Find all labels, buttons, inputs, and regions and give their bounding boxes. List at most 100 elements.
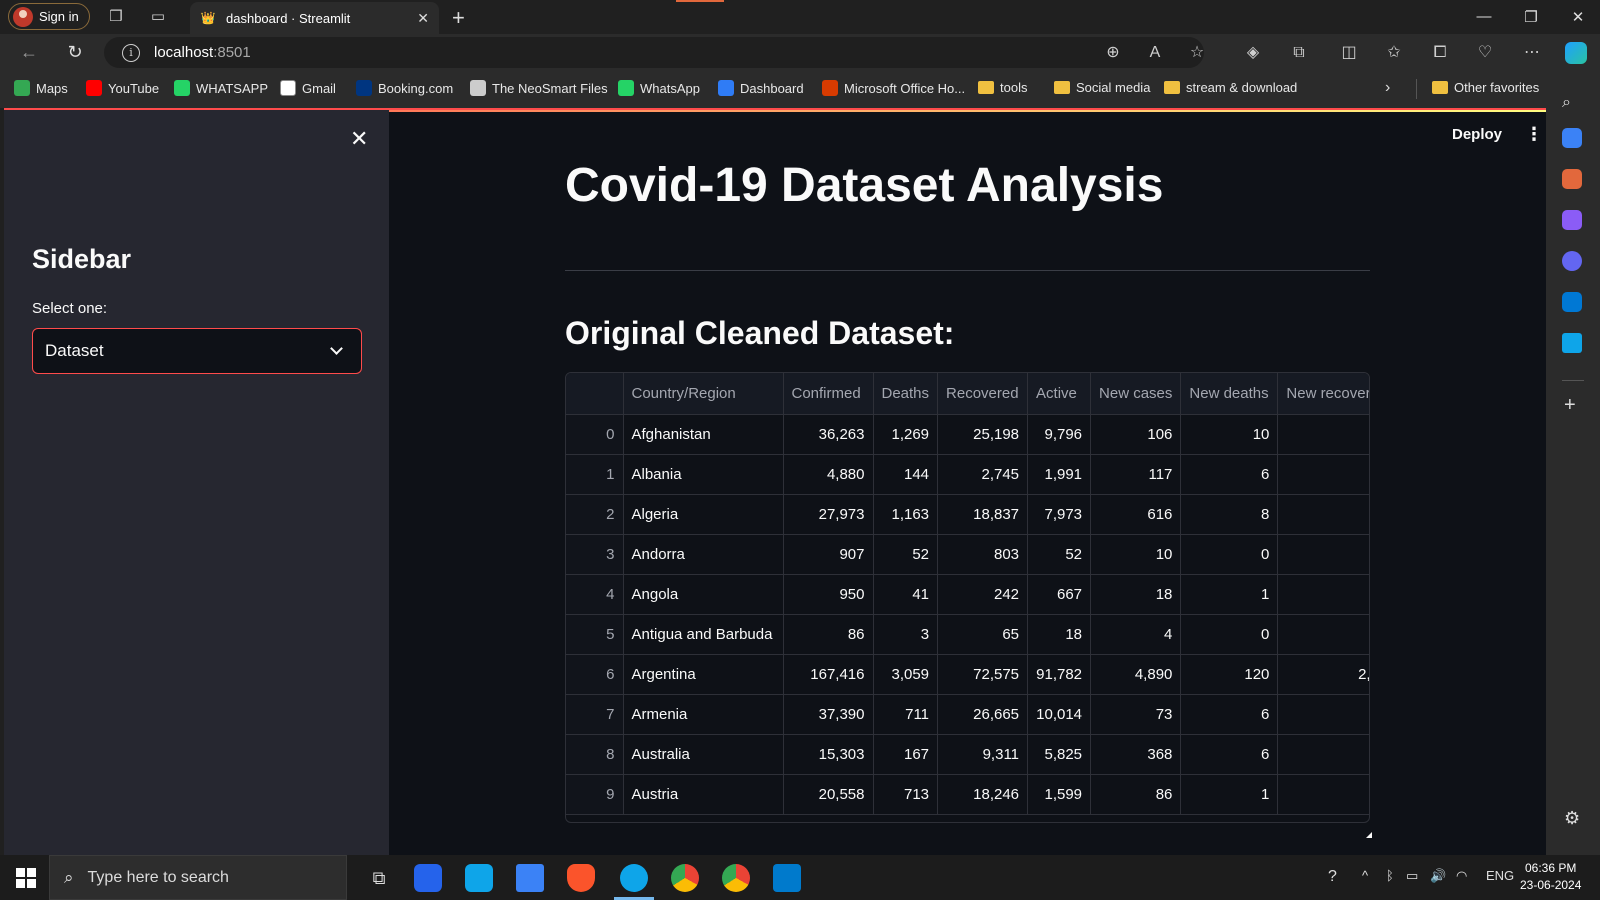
table-resize-handle[interactable] xyxy=(1366,832,1372,838)
table-cell[interactable]: 6 xyxy=(1180,694,1279,735)
table-cell[interactable]: 4,880 xyxy=(783,454,874,495)
table-row[interactable]: 4 Angola 950 41 242 667 18 1 xyxy=(566,574,1369,615)
table-cell[interactable]: 242 xyxy=(937,574,1029,615)
remote-desktop-icon[interactable] xyxy=(516,864,544,892)
table-cell[interactable]: 3,059 xyxy=(873,654,939,695)
row-index-cell[interactable]: 5 xyxy=(566,614,624,655)
table-cell[interactable]: 26,665 xyxy=(937,694,1029,735)
column-header[interactable]: Recovered xyxy=(937,373,1029,415)
table-cell[interactable]: 4 xyxy=(1090,614,1182,655)
task-view-icon[interactable]: ⧉ xyxy=(365,864,393,892)
search-icon[interactable]: ⌕ xyxy=(1562,94,1582,114)
edge-browser-icon[interactable] xyxy=(620,864,648,892)
table-cell[interactable] xyxy=(1277,774,1369,815)
row-index-cell[interactable]: 6 xyxy=(566,654,624,695)
table-cell[interactable]: 144 xyxy=(873,454,939,495)
table-row[interactable]: 2Algeria27,9731,16318,8377,97361687 xyxy=(566,494,1369,535)
row-index-cell[interactable]: 4 xyxy=(566,574,624,615)
table-cell[interactable]: Angola xyxy=(623,574,784,615)
table-cell[interactable]: 1,599 xyxy=(1027,774,1092,815)
table-cell[interactable]: Albania xyxy=(623,454,784,495)
table-cell[interactable]: 368 xyxy=(1090,734,1182,775)
wifi-icon[interactable]: ◠ xyxy=(1456,868,1467,884)
table-cell[interactable]: 907 xyxy=(783,534,874,575)
table-cell[interactable]: 91,782 xyxy=(1027,654,1092,695)
send-icon[interactable] xyxy=(1562,333,1582,353)
table-row[interactable]: 6 Argentina 167,416 3,059 72,575 91,782 4,890 1… xyxy=(566,654,1369,695)
table-cell[interactable]: 18,837 xyxy=(937,494,1029,535)
chrome-profile-icon[interactable] xyxy=(722,864,750,892)
table-cell[interactable]: 2,0 xyxy=(1277,654,1369,695)
table-cell[interactable] xyxy=(1277,574,1369,615)
bookmark-item[interactable]: stream & download xyxy=(1164,80,1297,95)
bookmark-item[interactable]: Booking.com xyxy=(356,80,453,96)
tools-briefcase-icon[interactable] xyxy=(1562,169,1582,189)
volume-icon[interactable]: 🔊 xyxy=(1430,868,1446,884)
close-tab-icon[interactable]: ✕ xyxy=(417,10,429,27)
row-index-cell[interactable]: 2 xyxy=(566,494,624,535)
table-row[interactable]: 0 Afghanistan 36,263 1,269 25,198 9,796 106 10 xyxy=(566,414,1369,455)
table-row[interactable]: 7Armenia37,39071126,66510,0147361 xyxy=(566,694,1369,735)
table-cell[interactable]: Algeria xyxy=(623,494,784,535)
table-cell[interactable]: ( xyxy=(1277,454,1369,495)
table-cell[interactable]: 1 xyxy=(1277,694,1369,735)
table-row[interactable]: 5 Antigua and Barbuda 86 3 65 18 4 0 xyxy=(566,614,1369,655)
vertical-tabs-icon[interactable]: ▭ xyxy=(149,8,167,26)
table-cell[interactable]: 1,991 xyxy=(1027,454,1092,495)
table-cell[interactable]: 167 xyxy=(873,734,939,775)
table-cell[interactable]: 106 xyxy=(1090,414,1182,455)
table-cell[interactable]: 0 xyxy=(1180,614,1279,655)
table-cell[interactable]: Afghanistan xyxy=(623,414,784,455)
bookmark-item[interactable]: YouTube xyxy=(86,80,159,96)
table-cell[interactable]: 667 xyxy=(1027,574,1092,615)
active-tab[interactable]: 👑 dashboard · Streamlit ✕ xyxy=(190,2,439,34)
table-cell[interactable]: 117 xyxy=(1090,454,1182,495)
bookmark-item[interactable]: Microsoft Office Ho... xyxy=(822,80,965,96)
table-cell[interactable]: Australia xyxy=(623,734,784,775)
table-cell[interactable]: 9,311 xyxy=(937,734,1029,775)
favorites-icon[interactable]: ✩ xyxy=(1384,43,1404,63)
table-cell[interactable]: 1 xyxy=(1180,774,1279,815)
games-icon[interactable] xyxy=(1562,210,1582,230)
table-cell[interactable]: 0 xyxy=(1180,534,1279,575)
windows-start-icon[interactable] xyxy=(16,868,36,888)
table-cell[interactable]: 8 xyxy=(1180,494,1279,535)
favorite-star-icon[interactable]: ☆ xyxy=(1187,43,1207,63)
table-cell[interactable]: 5,825 xyxy=(1027,734,1092,775)
table-cell[interactable]: 120 xyxy=(1180,654,1279,695)
brave-browser-icon[interactable] xyxy=(567,864,595,892)
read-aloud-icon[interactable]: A xyxy=(1145,43,1165,63)
table-row[interactable]: 3 Andorra 907 52 803 52 10 0 xyxy=(566,534,1369,575)
table-cell[interactable]: 711 xyxy=(873,694,939,735)
table-row[interactable]: 9 Austria 20,558 713 18,246 1,599 86 1 xyxy=(566,774,1369,815)
table-cell[interactable]: Argentina xyxy=(623,654,784,695)
other-favorites-folder[interactable]: Other favorites xyxy=(1432,80,1539,95)
shopping-tag-icon[interactable] xyxy=(1562,128,1582,148)
workspaces-icon[interactable]: ❒ xyxy=(107,8,125,26)
table-cell[interactable]: 6 xyxy=(1180,454,1279,495)
column-header[interactable]: Confirmed xyxy=(783,373,874,415)
split-screen-icon[interactable]: ◫ xyxy=(1339,43,1359,63)
table-cell[interactable]: 73 xyxy=(1090,694,1182,735)
table-cell[interactable]: 86 xyxy=(1090,774,1182,815)
table-cell[interactable]: 25,198 xyxy=(937,414,1029,455)
microsoft-365-icon[interactable] xyxy=(1562,251,1582,271)
bookmark-item[interactable]: tools xyxy=(978,80,1027,95)
main-menu-icon[interactable]: ⋮ xyxy=(1525,124,1543,145)
column-header[interactable]: New recovere xyxy=(1277,373,1369,415)
table-cell[interactable]: 950 xyxy=(783,574,874,615)
taskbar-search-box[interactable]: ⌕ Type here to search xyxy=(49,855,347,900)
help-icon[interactable]: ? xyxy=(1328,868,1337,886)
table-cell[interactable]: 10 xyxy=(1090,534,1182,575)
chrome-icon[interactable] xyxy=(671,864,699,892)
table-cell[interactable]: 2,745 xyxy=(937,454,1029,495)
table-cell[interactable]: 18 xyxy=(1090,574,1182,615)
table-cell[interactable]: 7,973 xyxy=(1027,494,1092,535)
restore-button[interactable]: ❐ xyxy=(1521,8,1541,26)
column-header[interactable]: Active xyxy=(1027,373,1092,415)
table-cell[interactable]: 1,163 xyxy=(873,494,939,535)
extension-drop-icon[interactable]: ◈ xyxy=(1243,43,1263,63)
bookmark-item[interactable]: Maps xyxy=(14,80,68,96)
table-cell[interactable]: 3 xyxy=(873,614,939,655)
dataset-select[interactable]: Dataset xyxy=(32,328,362,374)
